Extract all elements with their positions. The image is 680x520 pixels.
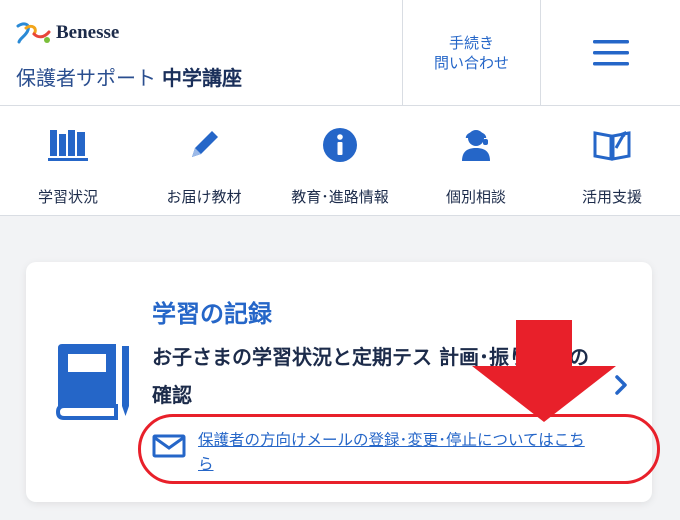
card-description: お子さまの学習状況と定期テス 計画･振り返りの確認: [152, 345, 589, 407]
main-nav: 学習状況 お届け教材 教育･進路情報 個別相談 活用支援: [0, 106, 680, 216]
header: Benesse 保護者サポート 中学講座 手続き 問い合わせ: [0, 0, 680, 106]
site-title-main: 保護者サポート: [16, 66, 156, 90]
card-book: [54, 340, 134, 428]
logo-text: Benesse: [56, 22, 120, 43]
nav-label: お届け教材: [166, 188, 242, 206]
pencil-icon: [192, 131, 218, 157]
nav-item-consultation[interactable]: 個別相談: [408, 106, 544, 216]
card-title: 学習の記録: [152, 300, 272, 328]
nav-item-learning-status[interactable]: 学習状況: [0, 106, 136, 216]
site-title-course: 中学講座: [162, 66, 242, 90]
contact-label-line1: 手続き: [448, 34, 494, 52]
brand[interactable]: Benesse 保護者サポート 中学講座: [16, 18, 396, 98]
contact-label-line2: 問い合わせ: [433, 54, 509, 72]
nav-label: 活用支援: [581, 188, 642, 206]
chevron-right-icon: [615, 375, 627, 395]
menu-button[interactable]: [540, 0, 680, 106]
nav-item-materials[interactable]: お届け教材: [136, 106, 272, 216]
mail-settings-link[interactable]: 保護者の方向けメールの登録･変更･停止についてはこちら: [198, 428, 588, 476]
book-icon: [55, 344, 129, 420]
benesse-mark-icon: [16, 22, 51, 44]
nav-label: 学習状況: [37, 188, 98, 206]
nav-item-support[interactable]: 活用支援: [544, 106, 680, 216]
learning-record-card[interactable]: 学習の記録 お子さまの学習状況と定期テス 計画･振り返りの確認 保護者の方向けメ…: [26, 262, 652, 502]
counselor-icon: [462, 130, 490, 161]
nav-label: 個別相談: [445, 188, 506, 206]
benesse-logo[interactable]: Benesse: [16, 18, 396, 48]
nav-item-education-info[interactable]: 教育･進路情報: [272, 106, 408, 216]
hamburger-menu-icon: [592, 40, 629, 66]
card-chevron[interactable]: [614, 374, 628, 400]
books-icon: [48, 130, 88, 161]
mail-settings-link-row[interactable]: 保護者の方向けメールの登録･変更･停止についてはこちら: [152, 428, 592, 476]
site-title: 保護者サポート 中学講座: [16, 62, 396, 91]
mail-icon: [152, 434, 186, 458]
info-icon: [323, 128, 357, 162]
nav-label: 教育･進路情報: [291, 188, 389, 206]
contact-button[interactable]: 手続き 問い合わせ: [402, 0, 540, 106]
open-book-icon: [593, 131, 631, 161]
